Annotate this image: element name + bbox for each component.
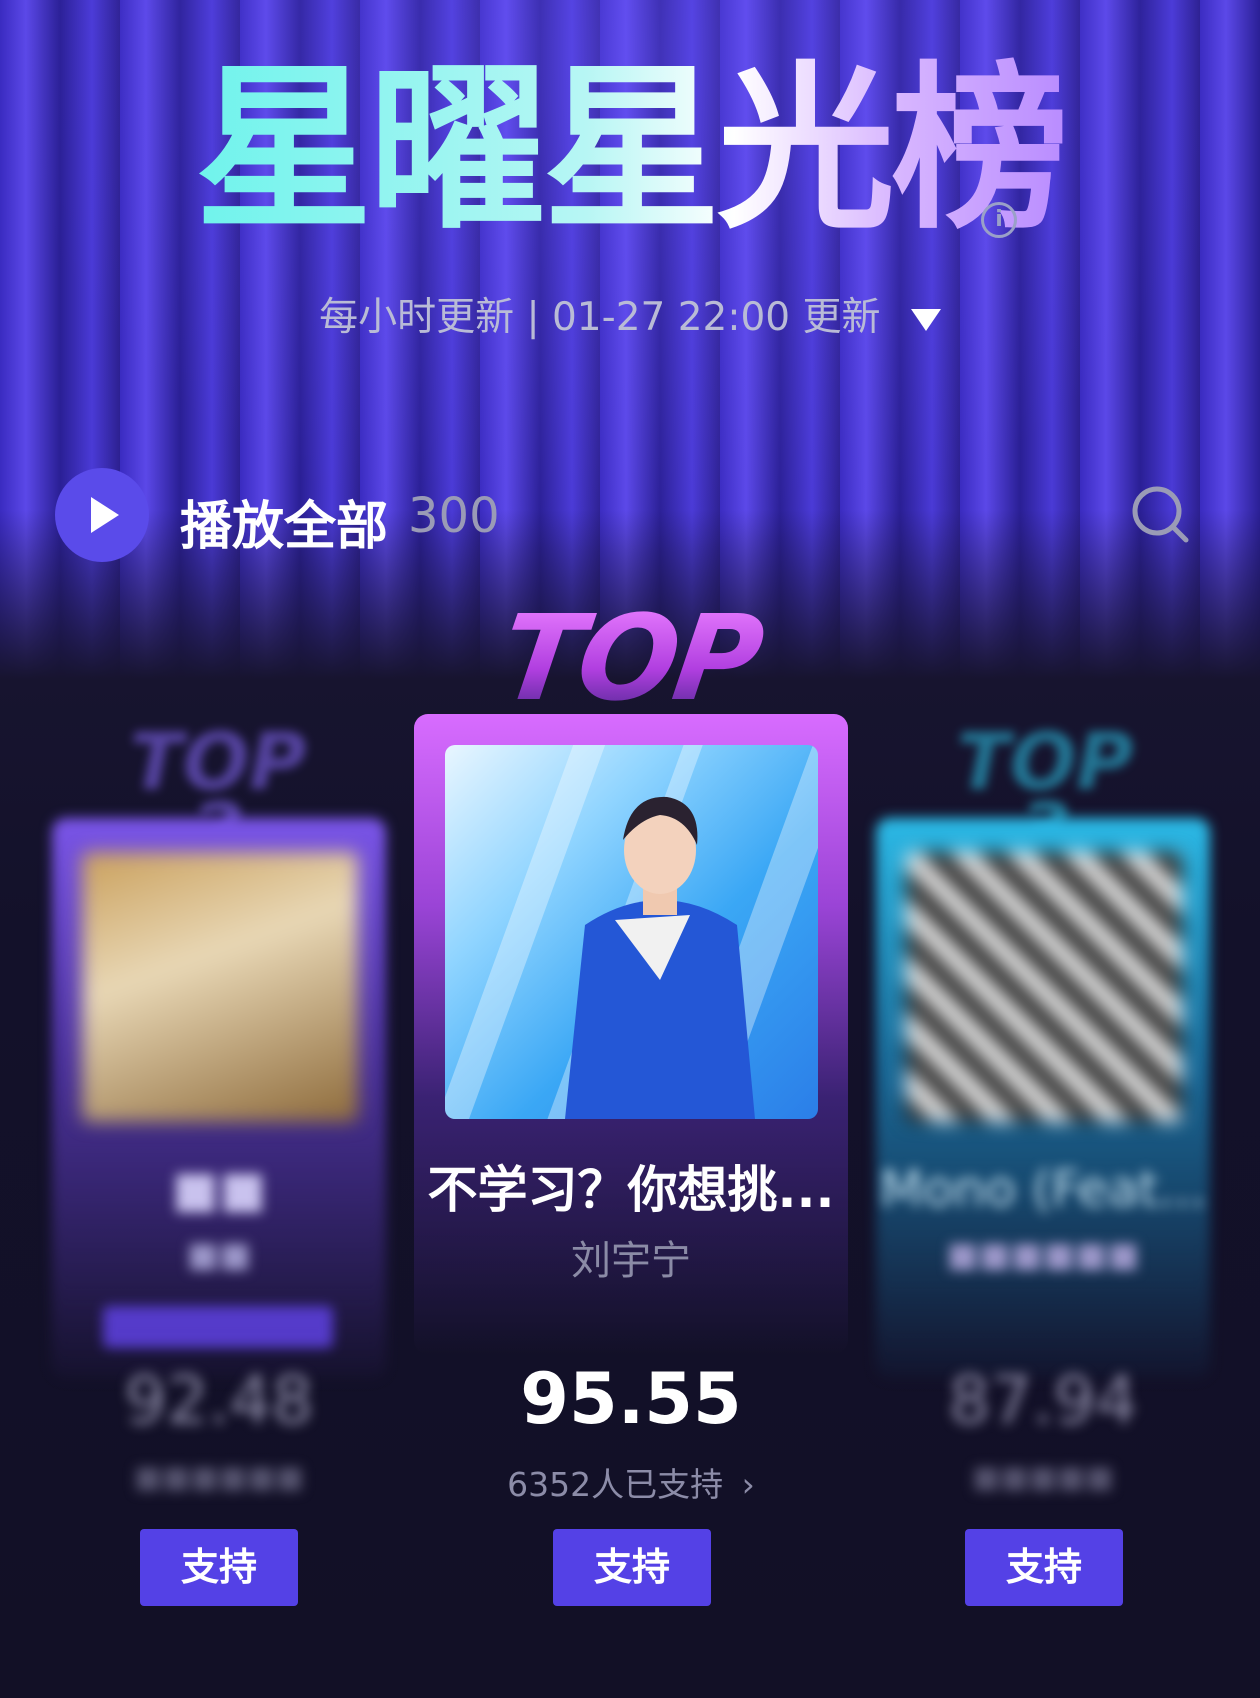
update-row[interactable]: 每小时更新 | 01-27 22:00 更新 [0,286,1260,342]
right-rank-label: TOP 3 [956,718,1134,872]
center-rank-label: TOP 1 [472,589,787,837]
play-all-row: 播放全部 300 [55,468,1205,564]
chart-title: 星曜星光榜 [195,46,1069,253]
support-button-right[interactable]: 支持 [965,1529,1123,1606]
singer-figure [565,796,755,1119]
chevron-right-icon: › [741,1465,755,1504]
right-artist-blurred: ■■■■■■ [946,1235,1140,1275]
center-cover[interactable] [445,745,818,1119]
support-button-center[interactable]: 支持 [553,1529,711,1606]
right-cover[interactable] [906,852,1182,1122]
play-icon[interactable] [55,468,149,562]
left-badge [103,1306,333,1348]
center-score: 95.55 [520,1358,742,1440]
left-score: 92.48 [124,1362,314,1439]
right-supporters-blurred: ■■■■■ [972,1460,1114,1495]
center-artist[interactable]: 刘宇宁 [414,1228,848,1286]
center-supporters[interactable]: 6352人已支持 › [414,1458,848,1506]
play-all-label[interactable]: 播放全部 [180,484,388,559]
caret-down-icon[interactable] [910,308,941,331]
left-song-blurred: ■■ [171,1160,267,1218]
update-text: 每小时更新 | 01-27 22:00 更新 [319,295,881,340]
left-cover[interactable] [82,852,358,1122]
left-artist-blurred: ■■ [186,1235,252,1275]
left-supporters-blurred: ■■■■■■ [133,1460,305,1495]
right-song: Mono (Feat... [879,1160,1207,1218]
center-song-title[interactable]: 不学习？你想挑... [414,1150,848,1222]
support-button-left[interactable]: 支持 [140,1529,298,1606]
center-supporters-text: 6352人已支持 [507,1465,724,1504]
chart-title-container: 星曜星光榜 [0,50,1260,250]
info-icon[interactable]: i [981,202,1017,238]
left-rank-label: TOP 2 [129,718,307,872]
right-score: 87.94 [948,1362,1138,1439]
play-all-count: 300 [408,488,500,544]
search-icon[interactable] [1130,484,1190,544]
